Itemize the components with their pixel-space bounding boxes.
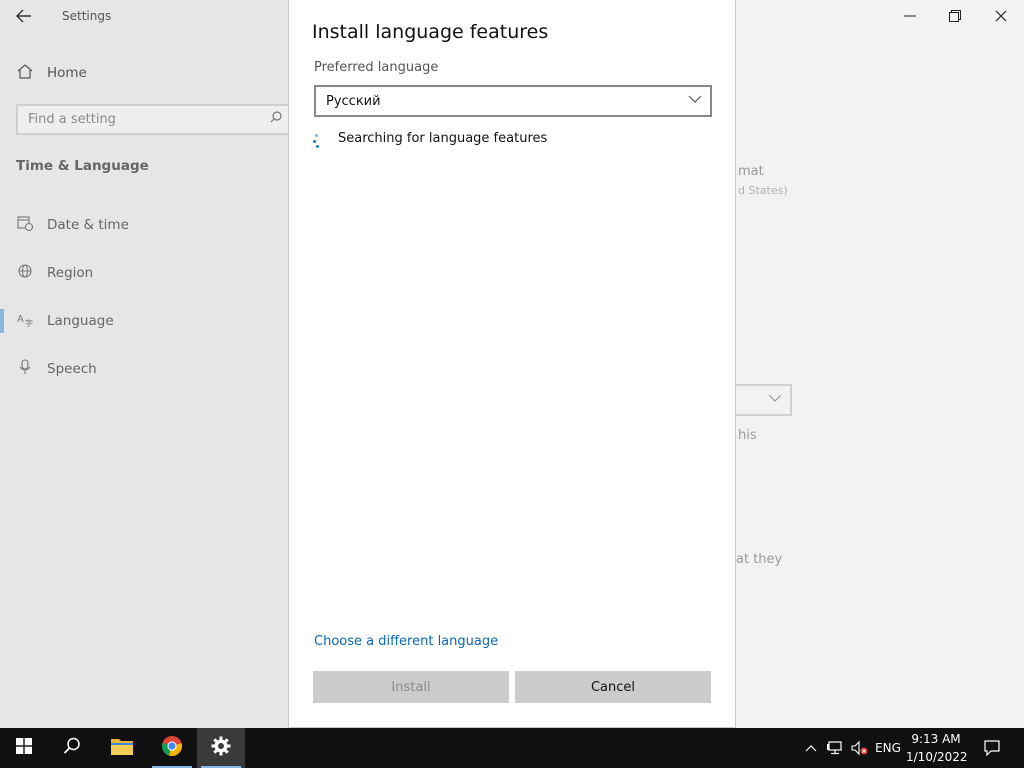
settings-gear-icon — [211, 736, 231, 760]
input-language-indicator[interactable]: ENG — [872, 728, 904, 768]
search-input[interactable] — [28, 112, 268, 127]
restore-button[interactable] — [943, 4, 967, 28]
language-icon: A字 — [16, 311, 34, 331]
sidebar-item-language[interactable]: A字 Language — [0, 309, 289, 333]
selection-indicator — [0, 309, 4, 333]
globe-icon — [16, 263, 34, 283]
choose-different-language-link[interactable]: Choose a different language — [314, 634, 498, 649]
settings-search-box[interactable] — [16, 104, 290, 135]
search-status-text: Searching for language features — [338, 131, 548, 146]
start-icon — [16, 738, 32, 758]
svg-text:A: A — [17, 314, 24, 325]
sidebar-item-label: Language — [47, 313, 114, 329]
chevron-down-icon — [768, 391, 782, 406]
dialog-title: Install language features — [312, 21, 549, 43]
taskbar-search-button[interactable] — [48, 728, 96, 768]
action-center-notifications-icon[interactable] — [978, 728, 1006, 768]
nav-home-label: Home — [47, 65, 87, 81]
network-icon[interactable] — [824, 728, 846, 768]
chrome-icon — [161, 735, 183, 761]
search-icon[interactable] — [270, 111, 282, 126]
show-hidden-icons-chevron-up-icon[interactable] — [802, 728, 820, 768]
file-explorer-button[interactable] — [98, 728, 146, 768]
sidebar-item-date-time[interactable]: Date & time — [0, 213, 289, 237]
cancel-button[interactable]: Cancel — [515, 671, 711, 703]
background-text: d States) — [738, 184, 788, 197]
close-button[interactable] — [989, 4, 1013, 28]
microphone-icon — [16, 359, 34, 379]
clock-date: 1/10/2022 — [906, 750, 968, 764]
file-explorer-icon — [111, 737, 133, 759]
search-icon — [63, 737, 81, 759]
minimize-button[interactable] — [898, 4, 922, 28]
background-text: mat — [738, 164, 764, 179]
nav-home[interactable]: Home — [16, 62, 87, 84]
selected-language-value: Русский — [326, 93, 381, 109]
settings-sidebar: Settings Home Time & Language Date & tim… — [0, 0, 290, 728]
preferred-language-label: Preferred language — [314, 60, 439, 75]
background-text: his — [738, 428, 757, 443]
calendar-clock-icon — [16, 215, 34, 235]
taskbar-clock[interactable]: 9:13 AM 1/10/2022 — [906, 730, 968, 766]
back-arrow-icon[interactable] — [12, 4, 36, 28]
chevron-down-icon — [688, 91, 702, 107]
sidebar-item-region[interactable]: Region — [0, 261, 289, 285]
home-icon — [16, 63, 34, 83]
preferred-language-select[interactable]: Русский — [314, 85, 712, 117]
app-title: Settings — [62, 9, 112, 23]
section-title: Time & Language — [16, 158, 149, 174]
sidebar-item-label: Date & time — [47, 217, 129, 233]
sidebar-item-label: Speech — [47, 361, 97, 377]
settings-app-button[interactable] — [197, 728, 245, 768]
clock-time: 9:13 AM — [911, 732, 961, 746]
sidebar-item-label: Region — [47, 265, 94, 281]
volume-muted-icon[interactable] — [848, 728, 870, 768]
install-language-features-dialog: Install language features Preferred lang… — [288, 0, 736, 728]
start-button[interactable] — [0, 728, 48, 768]
svg-text:字: 字 — [25, 318, 33, 327]
taskbar: ENG 9:13 AM 1/10/2022 — [0, 728, 1024, 768]
background-text: at they — [736, 552, 783, 567]
loading-spinner-icon — [313, 133, 321, 149]
sidebar-item-speech[interactable]: Speech — [0, 357, 289, 381]
install-button[interactable]: Install — [313, 671, 509, 703]
chrome-button[interactable] — [148, 728, 196, 768]
